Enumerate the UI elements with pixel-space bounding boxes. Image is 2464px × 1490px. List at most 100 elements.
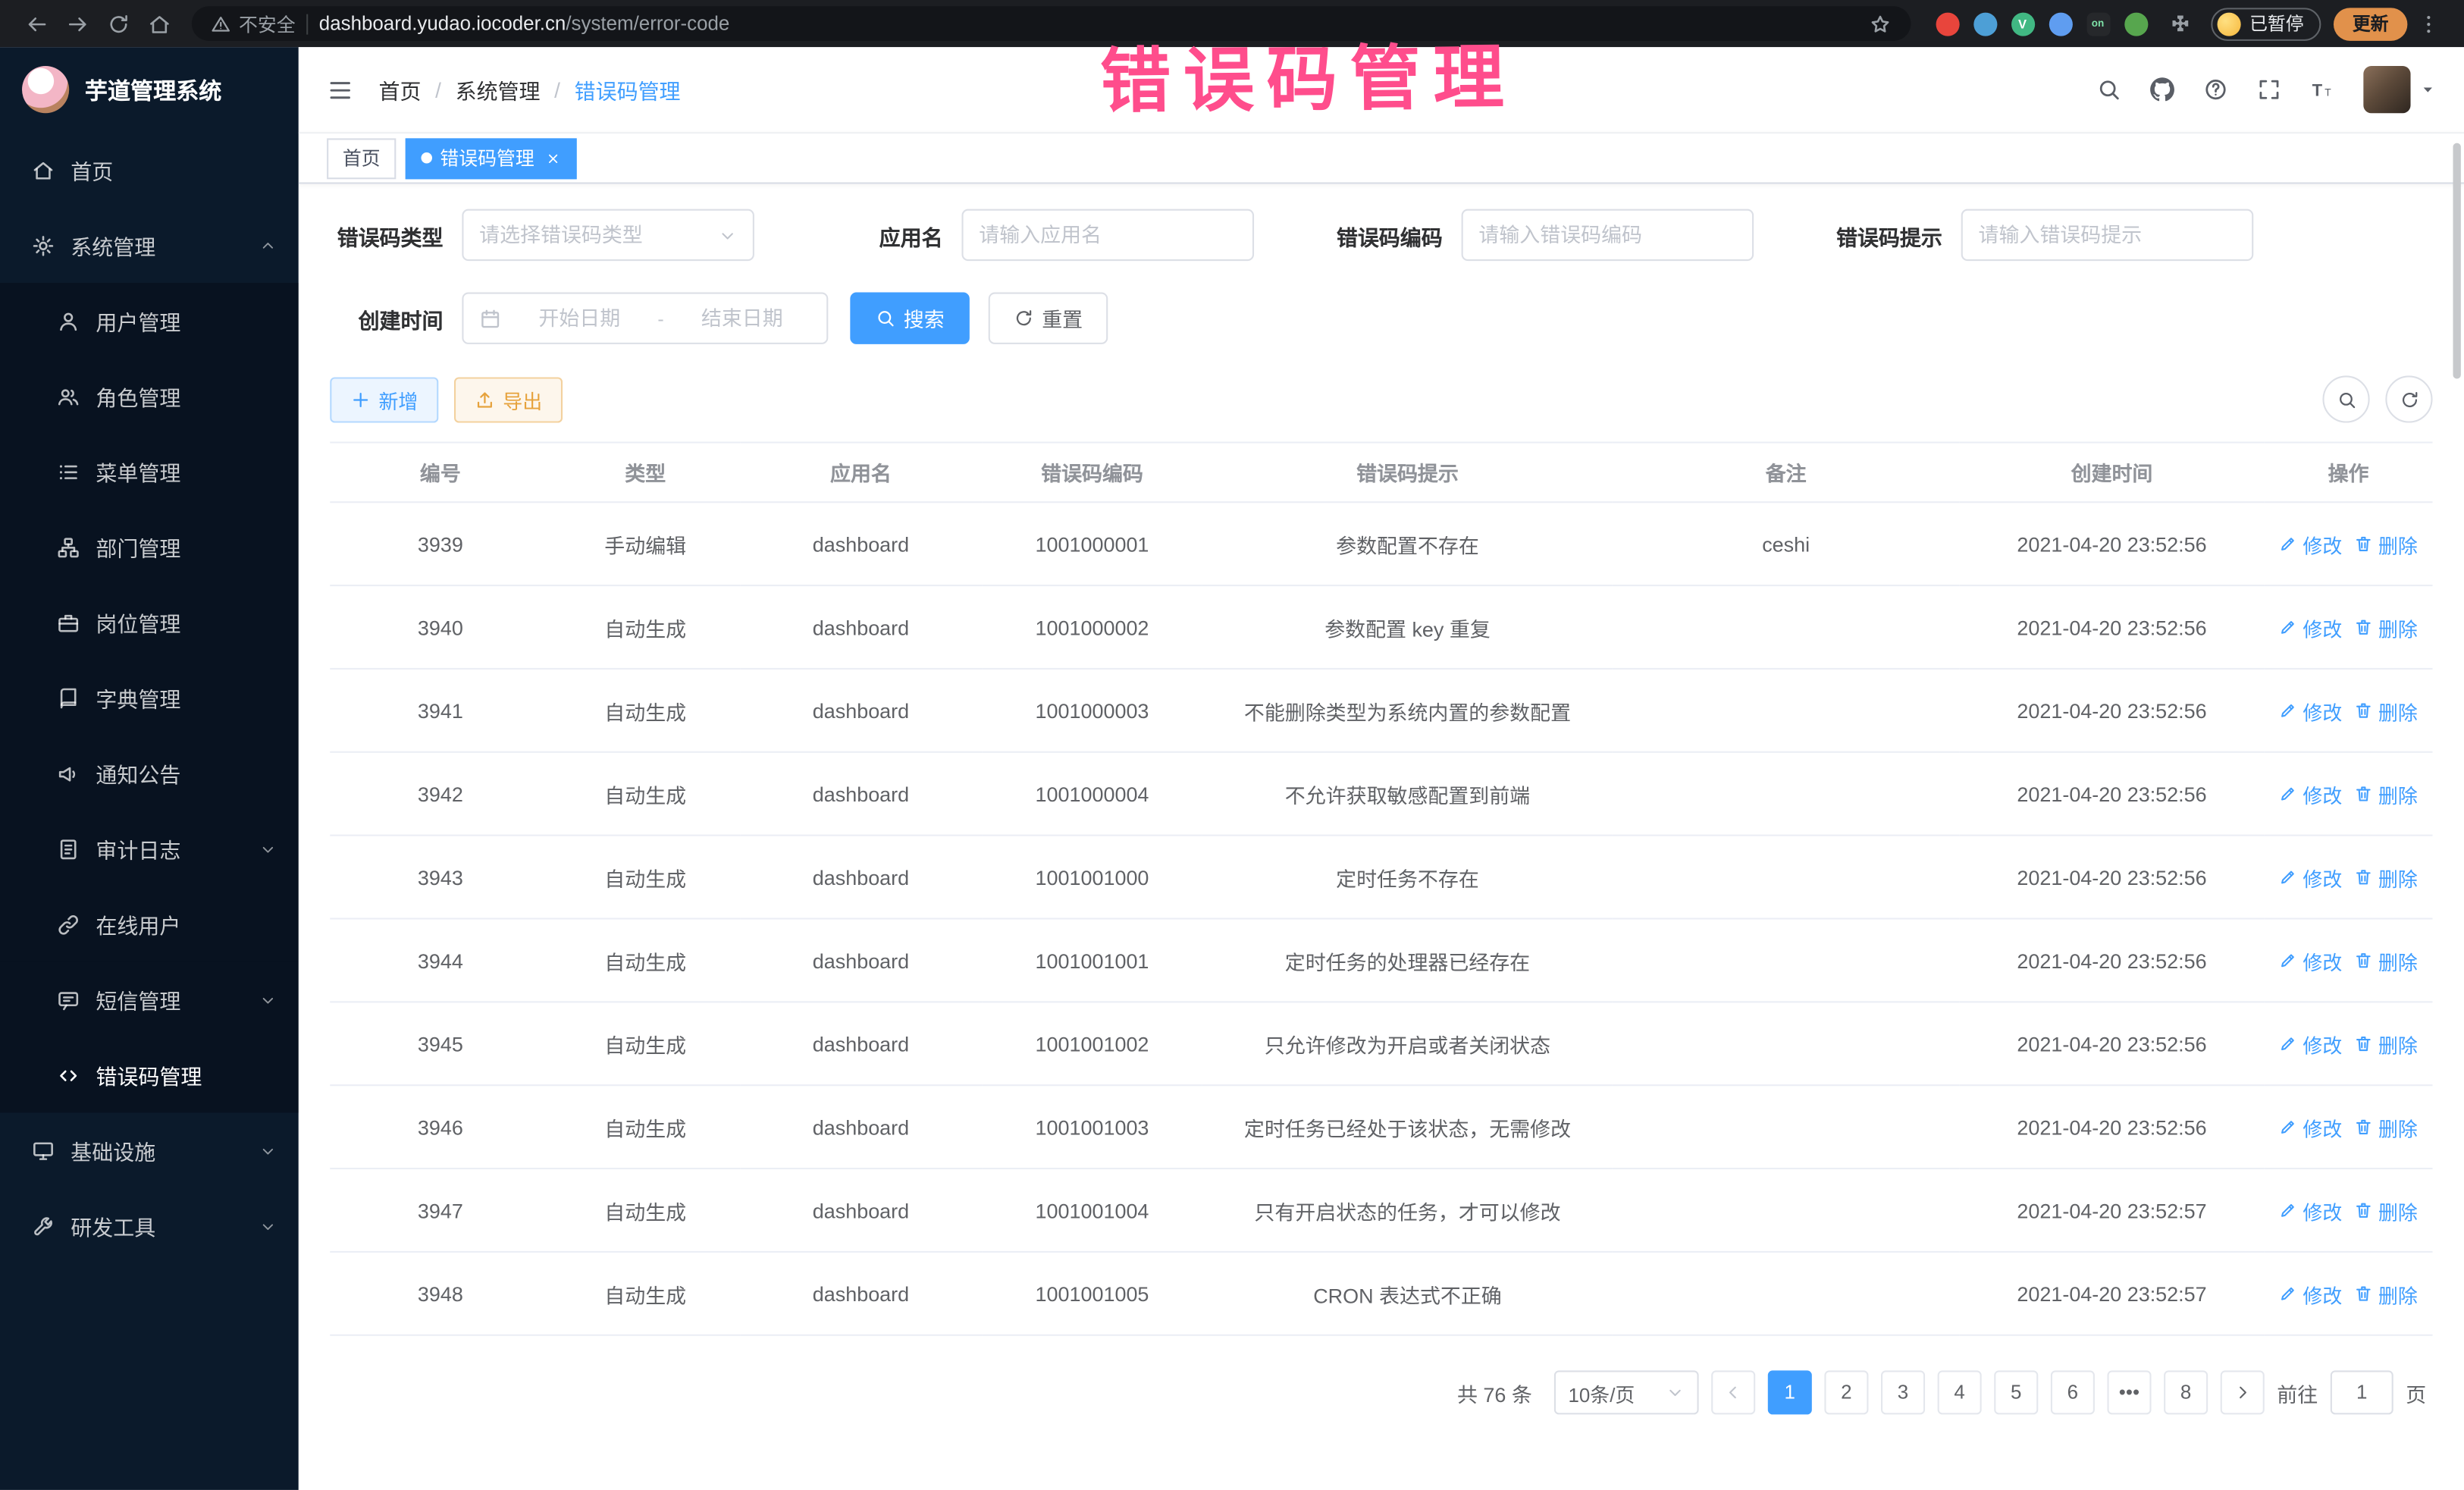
delete-link[interactable]: 删除: [2355, 779, 2418, 808]
tab[interactable]: 错误码管理: [406, 137, 577, 178]
browser-extension-icon[interactable]: [1936, 12, 1959, 36]
edit-link[interactable]: 修改: [2279, 529, 2342, 558]
page-button-8[interactable]: 8: [2164, 1370, 2208, 1414]
sidebar-item-label: 首页: [71, 154, 277, 185]
sidebar-item-wrench[interactable]: 研发工具: [0, 1188, 299, 1263]
delete-link[interactable]: 删除: [2355, 946, 2418, 975]
delete-link[interactable]: 删除: [2355, 529, 2418, 558]
bookmark-star-icon[interactable]: [1867, 12, 1891, 36]
page-button-4[interactable]: 4: [1938, 1370, 1982, 1414]
question-icon[interactable]: [2203, 77, 2228, 102]
scrollbar-thumb[interactable]: [2453, 143, 2460, 379]
sidebar-item-message[interactable]: 短信管理: [0, 961, 299, 1037]
sidebar-item-gear[interactable]: 系统管理: [0, 208, 299, 283]
breadcrumb-item[interactable]: 首页: [379, 74, 422, 105]
sidebar-item-org[interactable]: 部门管理: [0, 510, 299, 585]
sidebar-item-user[interactable]: 用户管理: [0, 283, 299, 358]
refresh-table-button[interactable]: [2385, 375, 2432, 422]
sidebar-item-users[interactable]: 角色管理: [0, 359, 299, 434]
forward-button[interactable]: [57, 3, 98, 44]
filter-input[interactable]: [1462, 209, 1754, 261]
goto-page-input[interactable]: [2331, 1370, 2393, 1414]
edit-link[interactable]: 修改: [2279, 1278, 2342, 1308]
scrollbar[interactable]: [2453, 57, 2460, 1471]
user-menu[interactable]: [2363, 66, 2435, 113]
page-size-select[interactable]: 10条/页: [1554, 1370, 1699, 1414]
sidebar-item-briefcase[interactable]: 岗位管理: [0, 585, 299, 660]
sidebar-item-list[interactable]: 菜单管理: [0, 434, 299, 509]
fullscreen-icon[interactable]: [2256, 77, 2281, 102]
page-button-5[interactable]: 5: [1994, 1370, 2038, 1414]
filter-input[interactable]: [961, 209, 1254, 261]
page-button-2[interactable]: 2: [1824, 1370, 1868, 1414]
reset-button[interactable]: 重置: [989, 293, 1108, 344]
delete-link[interactable]: 删除: [2355, 862, 2418, 892]
page-button-•••[interactable]: •••: [2107, 1370, 2151, 1414]
site-security-chip[interactable]: 不安全: [211, 10, 296, 36]
delete-link[interactable]: 删除: [2355, 1278, 2418, 1308]
sidebar-item-code[interactable]: 错误码管理: [0, 1037, 299, 1112]
browser-menu-icon[interactable]: [2407, 3, 2448, 44]
sidebar-item-home[interactable]: 首页: [0, 132, 299, 207]
edit-link[interactable]: 修改: [2279, 612, 2342, 641]
cell-created: 2021-04-20 23:52:56: [1959, 752, 2264, 836]
delete-link[interactable]: 删除: [2355, 695, 2418, 725]
delete-link[interactable]: 删除: [2355, 1195, 2418, 1225]
sidebar-item-doc[interactable]: 审计日志: [0, 811, 299, 886]
edit-link[interactable]: 修改: [2279, 862, 2342, 892]
breadcrumb-item[interactable]: 错误码管理: [575, 74, 681, 105]
browser-home-button[interactable]: [138, 3, 179, 44]
back-button[interactable]: [16, 3, 57, 44]
font-size-icon[interactable]: [2310, 77, 2335, 102]
edit-link[interactable]: 修改: [2279, 779, 2342, 808]
delete-link[interactable]: 删除: [2355, 1112, 2418, 1141]
toggle-search-button[interactable]: [2322, 375, 2369, 422]
hamburger-icon[interactable]: [327, 77, 353, 103]
search-icon[interactable]: [2096, 77, 2121, 102]
address-bar[interactable]: 不安全 dashboard.yudao.iocoder.cn/system/er…: [192, 6, 1910, 41]
export-button[interactable]: 导出: [454, 376, 563, 422]
edit-link[interactable]: 修改: [2279, 946, 2342, 975]
github-icon[interactable]: [2149, 77, 2174, 102]
sidebar-item-monitor[interactable]: 基础设施: [0, 1112, 299, 1187]
filter-input[interactable]: [1961, 209, 2254, 261]
search-button[interactable]: 搜索: [850, 293, 970, 344]
end-date-input[interactable]: [673, 306, 810, 330]
browser-update-button[interactable]: 更新: [2334, 7, 2407, 40]
page-button-6[interactable]: 6: [2051, 1370, 2095, 1414]
delete-link[interactable]: 删除: [2355, 612, 2418, 641]
sidebar-item-link[interactable]: 在线用户: [0, 886, 299, 961]
add-button[interactable]: 新增: [330, 376, 438, 422]
filter-input-field[interactable]: [1979, 223, 2237, 246]
date-range-picker[interactable]: -: [462, 293, 828, 344]
browser-extension-icon[interactable]: on: [2086, 12, 2110, 36]
browser-extension-icon[interactable]: [1973, 12, 1996, 36]
delete-link[interactable]: 删除: [2355, 1029, 2418, 1059]
start-date-input[interactable]: [511, 306, 648, 330]
code-icon: [57, 1063, 80, 1087]
reload-button[interactable]: [98, 3, 139, 44]
browser-extension-icon[interactable]: V: [2011, 12, 2034, 36]
extensions-menu-icon[interactable]: [2160, 3, 2201, 44]
prev-page-button[interactable]: [1711, 1370, 1755, 1414]
browser-profile-badge[interactable]: 已暂停: [2210, 7, 2321, 40]
page-button-3[interactable]: 3: [1881, 1370, 1925, 1414]
sidebar-item-announcement[interactable]: 通知公告: [0, 736, 299, 811]
filter-input-field[interactable]: [1478, 223, 1736, 246]
browser-extension-icon[interactable]: [2124, 12, 2147, 36]
filter-input-field[interactable]: [979, 223, 1237, 246]
edit-link[interactable]: 修改: [2279, 695, 2342, 725]
next-page-button[interactable]: [2221, 1370, 2265, 1414]
filter-input[interactable]: [462, 209, 754, 261]
filter-input-field[interactable]: [479, 223, 709, 246]
edit-link[interactable]: 修改: [2279, 1112, 2342, 1141]
tab-close-icon[interactable]: [545, 150, 561, 166]
page-button-1[interactable]: 1: [1768, 1370, 1812, 1414]
edit-link[interactable]: 修改: [2279, 1195, 2342, 1225]
sidebar-item-book[interactable]: 字典管理: [0, 660, 299, 736]
tab[interactable]: 首页: [327, 137, 396, 178]
edit-link[interactable]: 修改: [2279, 1029, 2342, 1059]
breadcrumb-item[interactable]: 系统管理: [456, 74, 541, 105]
app-logo[interactable]: 芋道管理系统: [0, 47, 299, 132]
browser-extension-icon[interactable]: [2049, 12, 2072, 36]
